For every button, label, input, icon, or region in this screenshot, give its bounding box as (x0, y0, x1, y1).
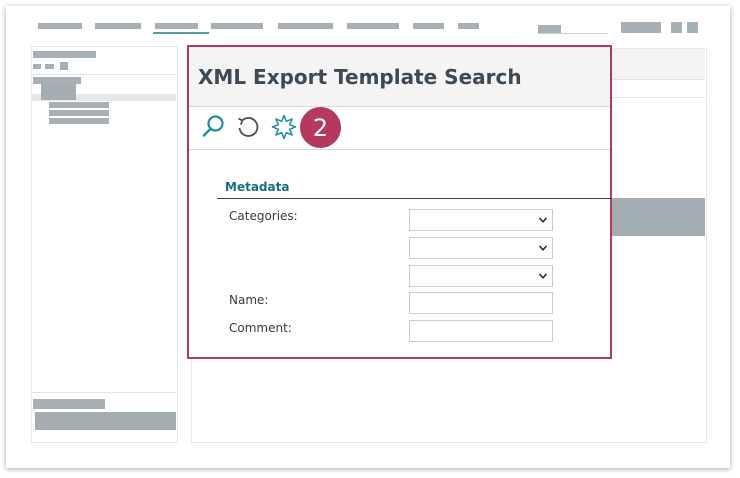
header-field-placeholder[interactable] (538, 25, 561, 33)
sidebar-title-placeholder (33, 51, 96, 58)
header-icon-placeholder[interactable] (671, 22, 682, 33)
name-label: Name: (229, 293, 269, 307)
categories-select-1[interactable] (409, 209, 553, 231)
sidebar-toolbar-icon[interactable] (60, 62, 68, 70)
chevron-down-icon (538, 245, 548, 251)
nav-active-underline (153, 32, 209, 34)
toolbar-divider (189, 149, 610, 150)
step-number-badge: 2 (300, 107, 341, 148)
comment-input[interactable] (409, 320, 553, 342)
chevron-down-icon (538, 217, 548, 223)
header-button-placeholder[interactable] (621, 22, 661, 33)
categories-select-2[interactable] (409, 237, 553, 259)
nav-item-placeholder[interactable] (95, 23, 141, 29)
nav-item-placeholder[interactable] (211, 23, 263, 29)
tree-child-placeholder[interactable] (49, 118, 109, 124)
content-subheader-divider (610, 97, 705, 98)
reset-button[interactable] (234, 113, 262, 141)
metadata-section-title: Metadata (225, 180, 290, 194)
sparkle-icon (271, 114, 297, 140)
tree-item-placeholder[interactable] (33, 77, 81, 84)
chevron-down-icon (538, 273, 548, 279)
nav-item-placeholder[interactable] (278, 23, 333, 29)
nav-item-placeholder[interactable] (347, 23, 399, 29)
nav-item-placeholder[interactable] (38, 23, 82, 29)
dialog-title: XML Export Template Search (198, 65, 522, 89)
header-icon-placeholder[interactable] (687, 22, 698, 33)
tree-child-placeholder[interactable] (49, 102, 109, 108)
content-header-strip (610, 49, 705, 80)
tree-item-placeholder[interactable] (41, 84, 76, 100)
sidebar-divider (32, 74, 176, 75)
dialog-header: XML Export Template Search (189, 47, 610, 107)
new-search-button[interactable] (270, 113, 298, 141)
nav-item-placeholder[interactable] (458, 23, 479, 29)
xml-export-template-search-dialog: XML Export Template Search 2 Metadata Ca… (187, 45, 612, 359)
sidebar-toolbar-icon[interactable] (45, 64, 54, 69)
name-input[interactable] (409, 292, 553, 314)
sidebar-footer-divider (32, 392, 176, 393)
content-selected-row[interactable] (610, 198, 705, 236)
sidebar-toolbar-icon[interactable] (33, 64, 41, 69)
header-field-underline (538, 33, 608, 34)
sidebar-footer-placeholder (33, 399, 105, 409)
nav-item-placeholder[interactable] (413, 23, 444, 29)
reset-icon (238, 117, 259, 137)
comment-label: Comment: (229, 321, 292, 335)
section-divider (217, 198, 612, 199)
search-icon (202, 115, 224, 137)
nav-item-placeholder-active[interactable] (155, 23, 198, 29)
tree-child-placeholder[interactable] (49, 110, 109, 116)
search-button[interactable] (200, 113, 228, 141)
categories-label: Categories: (229, 209, 298, 223)
sidebar-footer-block[interactable] (35, 412, 176, 430)
categories-select-3[interactable] (409, 265, 553, 287)
